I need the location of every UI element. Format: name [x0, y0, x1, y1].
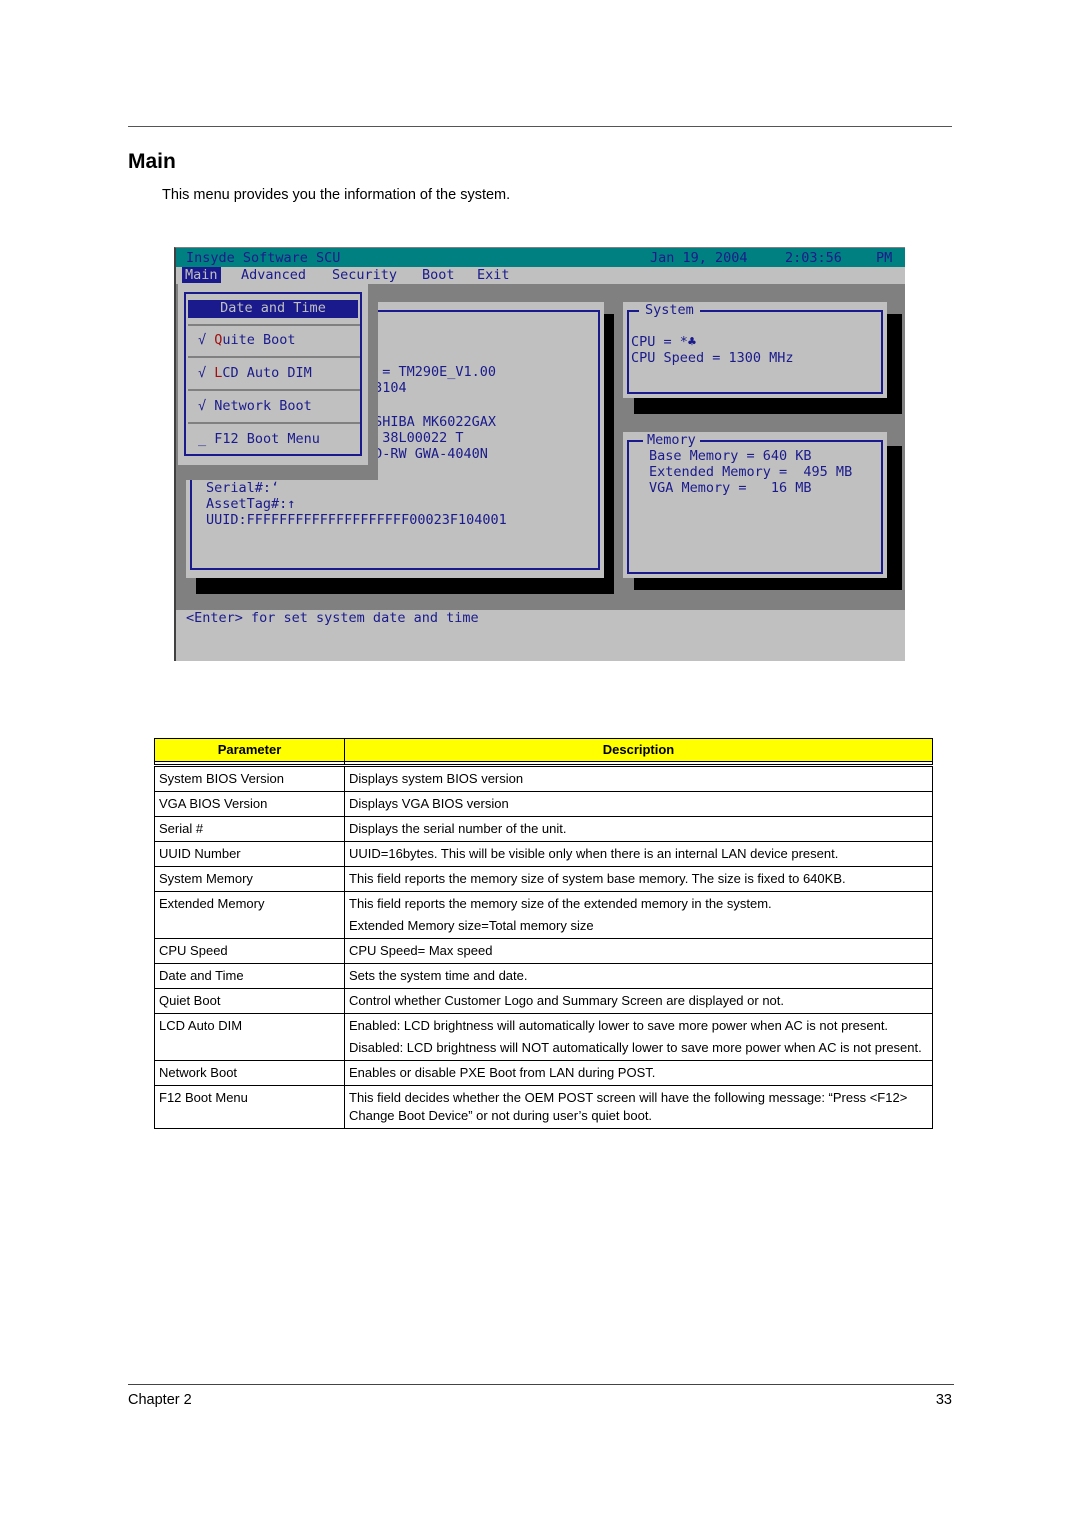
footer-page-number: 33	[935, 1392, 952, 1408]
parameter-cell: UUID Number	[154, 841, 345, 867]
bios-screenshot: Insyde Software SCU Jan 19, 2004 2:03:56…	[174, 247, 905, 661]
optical-drive-line: VD-RW GWA-4040N	[366, 446, 488, 462]
vga-memory-line: VGA Memory = 16 MB	[649, 480, 812, 496]
description-paragraph: This field reports the memory size of th…	[349, 896, 772, 911]
description-cell: Enabled: LCD brightness will automatical…	[344, 1013, 933, 1061]
parameter-cell: System BIOS Version	[154, 765, 345, 792]
table-row: Network Boot Enables or disable PXE Boot …	[154, 1060, 933, 1086]
bios-version-line: n = TM290E_V1.00	[366, 364, 497, 380]
description-paragraph: Displays VGA BIOS version	[349, 796, 509, 811]
parameter-cell: VGA BIOS Version	[154, 791, 345, 817]
description-paragraph: Extended Memory size=Total memory size	[349, 918, 594, 933]
asset-tag-line: AssetTag#:↑	[206, 496, 296, 512]
parameter-cell: Extended Memory	[154, 891, 345, 939]
footer-chapter: Chapter 2	[128, 1392, 192, 1408]
table-row: Date and Time Sets the system time and da…	[154, 963, 933, 989]
description-cell: Displays VGA BIOS version	[344, 791, 933, 817]
parameter-cell: F12 Boot Menu	[154, 1085, 345, 1129]
table-row: CPU Speed CPU Speed= Max speed	[154, 938, 933, 964]
description-paragraph: This field reports the memory size of sy…	[349, 871, 846, 886]
table-row: LCD Auto DIM Enabled: LCD brightness will…	[154, 1013, 933, 1061]
parameter-cell: System Memory	[154, 866, 345, 892]
section-title: Main	[128, 150, 176, 173]
system-panel-title: System	[639, 302, 700, 318]
bios-menu-security[interactable]: Security	[329, 267, 400, 283]
table-row: Quiet Boot Control whether Customer Logo …	[154, 988, 933, 1014]
system-panel: System CPU = *♣ CPU Speed = 1300 MHz	[623, 302, 887, 398]
description-paragraph: CPU Speed= Max speed	[349, 943, 493, 958]
description-cell: UUID=16bytes. This will be visible only …	[344, 841, 933, 867]
checkmark-icon: √	[198, 398, 215, 414]
bios-time: 2:03:56	[785, 250, 842, 266]
table-row: F12 Boot Menu This field decides whether …	[154, 1085, 933, 1129]
cpu-speed-line: CPU Speed = 1300 MHz	[631, 350, 794, 366]
serial-line: Serial#:ʻ	[206, 480, 280, 496]
description-cell: This field decides whether the OEM POST …	[344, 1085, 933, 1129]
memory-panel: Memory Base Memory = 640 KB Extended Mem…	[623, 432, 887, 578]
parameter-cell: LCD Auto DIM	[154, 1013, 345, 1061]
description-paragraph: Disabled: LCD brightness will NOT automa…	[349, 1040, 922, 1055]
bios-ampm: PM	[876, 250, 893, 266]
main-dropdown-menu: Date and Time √ Quite Boot √ LCD Auto DI…	[176, 284, 378, 480]
description-cell: Enables or disable PXE Boot from LAN dur…	[344, 1060, 933, 1086]
parameter-table: Parameter Description System BIOS Versio…	[154, 738, 933, 1129]
cpu-line: CPU = *♣	[631, 334, 697, 350]
parameter-cell: Serial #	[154, 816, 345, 842]
hdd-line: OSHIBA MK6022GAX	[366, 414, 497, 430]
bios-menu-exit[interactable]: Exit	[474, 267, 513, 283]
checkmark-icon: √	[198, 332, 215, 348]
intro-text: This menu provides you the information o…	[162, 187, 511, 203]
table-row: Extended Memory This field reports the me…	[154, 891, 933, 939]
bios-menu-main[interactable]: Main	[182, 267, 221, 283]
table-row: UUID Number UUID=16bytes. This will be vi…	[154, 841, 933, 867]
dropdown-item-quiet-boot[interactable]: √ Quite Boot	[188, 332, 368, 350]
header-description: Description	[344, 738, 933, 762]
description-paragraph: This field decides whether the OEM POST …	[349, 1090, 908, 1123]
dropdown-item-lcd-auto-dim[interactable]: √ LCD Auto DIM	[188, 365, 368, 383]
description-paragraph: Displays the serial number of the unit.	[349, 821, 567, 836]
bios-menu-boot[interactable]: Boot	[419, 267, 458, 283]
table-row: System Memory This field reports the memo…	[154, 866, 933, 892]
dropdown-item-f12-boot-menu[interactable]: _ F12 Boot Menu	[188, 431, 368, 449]
extended-memory-line: Extended Memory = 495 MB	[649, 464, 853, 480]
description-paragraph: Control whether Customer Logo and Summar…	[349, 993, 784, 1008]
parameter-cell: Quiet Boot	[154, 988, 345, 1014]
description-cell: This field reports the memory size of sy…	[344, 866, 933, 892]
parameter-cell: Date and Time	[154, 963, 345, 989]
bottom-divider	[128, 1384, 954, 1385]
description-paragraph: Displays system BIOS version	[349, 771, 524, 786]
bios-menubar: Main Advanced Security Boot Exit	[176, 267, 905, 284]
uuid-line: UUID:FFFFFFFFFFFFFFFFFFFF00023F104001	[206, 512, 507, 528]
description-paragraph: Enabled: LCD brightness will automatical…	[349, 1018, 889, 1033]
description-cell: Control whether Customer Logo and Summar…	[344, 988, 933, 1014]
description-cell: CPU Speed= Max speed	[344, 938, 933, 964]
description-cell: This field reports the memory size of th…	[344, 891, 933, 939]
unchecked-icon: _	[198, 431, 215, 447]
parameter-cell: Network Boot	[154, 1060, 345, 1086]
description-cell: Sets the system time and date.	[344, 963, 933, 989]
bios-status-text: <Enter> for set system date and time	[186, 610, 479, 626]
description-cell: Displays system BIOS version	[344, 765, 933, 792]
header-parameter: Parameter	[154, 738, 345, 762]
dropdown-item-network-boot[interactable]: √ Network Boot	[188, 398, 368, 416]
bios-title: Insyde Software SCU	[186, 250, 341, 266]
checkmark-icon: √	[198, 365, 215, 381]
table-row: VGA BIOS Version Displays VGA BIOS versio…	[154, 791, 933, 817]
bios-date: Jan 19, 2004	[650, 250, 748, 266]
base-memory-line: Base Memory = 640 KB	[649, 448, 812, 464]
table-row: Serial # Displays the serial number of th…	[154, 816, 933, 842]
description-paragraph: Sets the system time and date.	[349, 968, 528, 983]
bios-statusbar: <Enter> for set system date and time	[176, 610, 905, 661]
bios-menu-advanced[interactable]: Advanced	[238, 267, 309, 283]
bios-titlebar: Insyde Software SCU Jan 19, 2004 2:03:56…	[176, 248, 905, 267]
top-divider	[128, 126, 952, 127]
dropdown-item-date-and-time[interactable]: Date and Time	[188, 300, 358, 318]
hdd-serial-line: = 38L00022 T	[366, 430, 464, 446]
parameter-cell: CPU Speed	[154, 938, 345, 964]
memory-panel-title: Memory	[643, 432, 700, 448]
description-paragraph: Enables or disable PXE Boot from LAN dur…	[349, 1065, 656, 1080]
description-paragraph: UUID=16bytes. This will be visible only …	[349, 846, 839, 861]
description-cell: Displays the serial number of the unit.	[344, 816, 933, 842]
table-row: System BIOS Version Displays system BIOS …	[154, 765, 933, 792]
